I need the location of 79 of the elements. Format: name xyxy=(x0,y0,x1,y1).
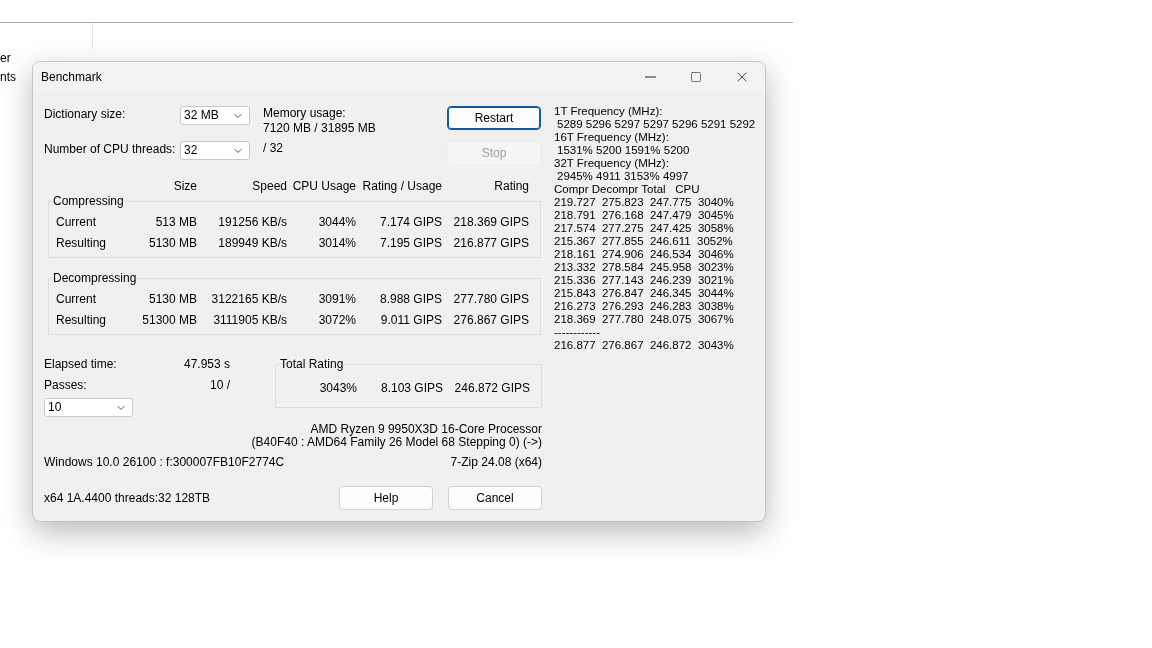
passes-select[interactable]: 10 xyxy=(44,398,133,417)
log-line: 16T Frequency (MHz): xyxy=(554,131,670,144)
table-cell-text: 8.103 GIPS xyxy=(379,380,443,397)
dialog-button[interactable]: Help xyxy=(339,486,433,510)
table-cell-text: 7.195 GIPS xyxy=(378,235,442,252)
log-line: 216.877 276.867 246.872 3043% xyxy=(554,339,735,352)
log-line: 1T Frequency (MHz): xyxy=(554,105,664,118)
log-line: 1531% 5200 1591% 5200 xyxy=(556,144,691,157)
table-cell-text: 3111905 KB/s xyxy=(212,312,287,329)
log-line: 215.843 276.847 246.345 3044% xyxy=(554,287,735,300)
passes-label: Passes: xyxy=(44,378,87,393)
cpu-info: (B40F40 : AMD64 Family 26 Model 68 Stepping 0) (->) xyxy=(251,436,542,449)
group-title: Decompressing xyxy=(52,271,138,286)
row-label: Current xyxy=(56,214,97,231)
log-line: 216.273 276.293 246.283 3038% xyxy=(554,300,735,313)
version-info: 7-Zip 24.08 (x64) xyxy=(450,455,542,470)
column-header: Speed xyxy=(251,178,287,195)
build-info: x64 1A.4400 threads:32 128TB xyxy=(44,490,211,506)
background-text: nts xyxy=(0,71,16,84)
log-line: 215.367 277.855 246.611 3052% xyxy=(554,235,734,248)
memory-label: Memory usage: xyxy=(263,106,347,121)
table-cell-text: 5130 MB xyxy=(147,291,197,308)
cpu-threads-select[interactable]: 32 xyxy=(180,141,250,160)
column-header: Size xyxy=(172,178,197,195)
table-cell-text: 5130 MB xyxy=(147,235,197,252)
dictionary-size-select[interactable]: 32 MB xyxy=(180,106,250,125)
elapsed-label: Elapsed time: xyxy=(44,357,117,372)
table-cell-text: 189949 KB/s xyxy=(217,235,287,252)
maximize-icon xyxy=(690,70,702,83)
table-cell-text: 277.780 GIPS xyxy=(452,291,529,308)
log-line: 218.791 276.168 247.479 3045% xyxy=(554,209,735,222)
log-line: 217.574 277.275 247.425 3058% xyxy=(554,222,735,235)
group-title: Total Rating xyxy=(279,357,345,372)
log-line: 218.161 274.906 246.534 3046% xyxy=(554,248,735,261)
log-line: 219.727 275.823 247.775 3040% xyxy=(554,196,735,209)
table-cell-text: 513 MB xyxy=(154,214,197,231)
table-cell-text: 3044% xyxy=(317,214,356,231)
threads-max: / 32 xyxy=(263,141,284,156)
elapsed-value: 47.953 s xyxy=(183,357,230,372)
table-cell-text: 3043% xyxy=(318,380,357,397)
log-line: 2945% 4911 3153% 4997 xyxy=(556,170,690,183)
field-label: Number of CPU threads: xyxy=(44,141,177,157)
log-line: 215.336 277.143 246.239 3021% xyxy=(554,274,735,287)
window-title: Benchmark xyxy=(41,69,103,84)
memory-value: 7120 MB / 31895 MB xyxy=(263,121,377,136)
log-line: 5289 5296 5297 5297 5296 5291 5292 xyxy=(556,118,756,131)
table-cell-text: 9.011 GIPS xyxy=(379,312,442,329)
column-header: CPU Usage xyxy=(291,178,356,195)
log-line: 213.332 278.584 245.958 3023% xyxy=(554,261,735,274)
table-cell-text: 246.872 GIPS xyxy=(453,380,530,397)
table-cell-text: 276.867 GIPS xyxy=(452,312,529,329)
row-label: Current xyxy=(56,291,97,308)
table-cell-text: 3122165 KB/s xyxy=(210,291,287,308)
background-text: er xyxy=(0,52,12,65)
row-label: Resulting xyxy=(56,312,108,329)
table-cell-text: 191256 KB/s xyxy=(217,214,287,231)
group-title: Compressing xyxy=(52,194,125,209)
table-cell-text: 51300 MB xyxy=(141,312,197,329)
log-header: Compr Decompr Total CPU xyxy=(554,183,701,196)
table-cell-text: 7.174 GIPS xyxy=(378,214,442,231)
table-cell-text: 3072% xyxy=(317,312,356,329)
dialog-button[interactable]: Cancel xyxy=(448,486,542,510)
table-cell-text: 3091% xyxy=(317,291,356,308)
table-cell-text: 3014% xyxy=(317,235,356,252)
table-cell-text: 8.988 GIPS xyxy=(378,291,442,308)
passes-value: 10 / xyxy=(210,378,230,393)
field-label: Dictionary size: xyxy=(44,106,127,122)
column-header: Rating / Usage xyxy=(361,178,442,195)
log-line: 218.369 277.780 248.075 3067% xyxy=(554,313,735,326)
column-header: Rating xyxy=(493,178,529,195)
table-cell-text: 218.369 GIPS xyxy=(452,214,529,231)
cpu-info: AMD Ryzen 9 9950X3D 16-Core Processor xyxy=(310,423,542,436)
log-line: 32T Frequency (MHz): xyxy=(554,157,670,170)
action-button[interactable]: Restart xyxy=(447,106,541,130)
row-label: Resulting xyxy=(56,235,108,252)
system-info: Windows 10.0 26100 : f:300007FB10F2774C xyxy=(44,455,285,470)
log-separator: ------------ xyxy=(554,326,601,339)
minimize-icon xyxy=(644,75,656,78)
table-cell-text: 216.877 GIPS xyxy=(452,235,529,252)
